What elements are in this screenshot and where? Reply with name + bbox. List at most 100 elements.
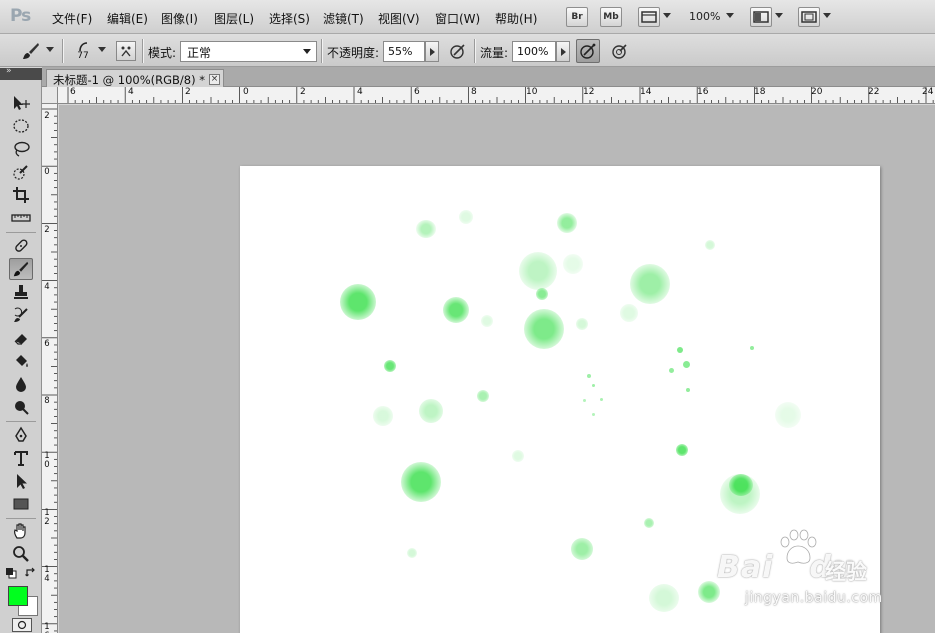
ruler-label: 16 bbox=[44, 622, 50, 633]
zoom-tool[interactable] bbox=[9, 543, 33, 565]
watermark-jingyan: 经验 bbox=[825, 560, 867, 584]
ruler-label: 10 bbox=[526, 87, 538, 97]
brush-dab bbox=[630, 264, 670, 304]
opacity-slider-toggle[interactable] bbox=[425, 41, 439, 62]
menu-view[interactable]: 视图(V) bbox=[378, 10, 420, 27]
flow-input[interactable]: 100% bbox=[512, 41, 556, 62]
menu-layer[interactable]: 图层(L) bbox=[214, 10, 254, 27]
ruler-label: 6 bbox=[414, 87, 420, 97]
options-separator bbox=[62, 39, 63, 63]
brush-preset-dropdown-icon[interactable] bbox=[98, 47, 106, 52]
flow-slider-toggle[interactable] bbox=[556, 41, 570, 62]
options-separator bbox=[142, 39, 143, 63]
quick-selection-tool[interactable] bbox=[9, 161, 33, 183]
dodge-tool[interactable] bbox=[9, 396, 33, 418]
eraser-tool[interactable] bbox=[9, 327, 33, 349]
tablet-pressure-opacity-icon bbox=[450, 44, 465, 59]
airbrush-toggle[interactable] bbox=[576, 39, 600, 63]
ruler-label: 2 bbox=[44, 111, 50, 121]
brush-dab bbox=[676, 444, 688, 456]
screen-mode-dropdown-icon[interactable] bbox=[823, 13, 831, 18]
healing-brush-tool[interactable] bbox=[9, 235, 33, 257]
view-extras-button[interactable] bbox=[638, 7, 660, 27]
brush-panel-toggle[interactable] bbox=[116, 41, 136, 61]
ruler-label: 16 bbox=[697, 87, 709, 97]
blur-tool[interactable] bbox=[9, 373, 33, 395]
ruler-label: 0 bbox=[44, 167, 50, 177]
quick-mask-button[interactable] bbox=[12, 618, 32, 632]
hand-icon bbox=[14, 523, 26, 539]
hand-tool[interactable] bbox=[9, 520, 33, 542]
brush-dab bbox=[620, 304, 638, 322]
menu-file[interactable]: 文件(F) bbox=[52, 10, 92, 27]
tool-preset-picker[interactable] bbox=[20, 40, 42, 62]
marquee-tool[interactable] bbox=[9, 115, 33, 137]
ruler-label: 22 bbox=[868, 87, 880, 97]
tablet-size-toggle[interactable] bbox=[609, 40, 631, 62]
options-separator bbox=[321, 39, 322, 63]
ruler-label: 8 bbox=[44, 396, 50, 406]
opacity-label: 不透明度: bbox=[327, 46, 380, 60]
zoom-dropdown-icon[interactable] bbox=[726, 13, 734, 18]
opacity-input[interactable]: 55% bbox=[383, 41, 425, 62]
history-brush-tool[interactable] bbox=[9, 304, 33, 326]
menu-image[interactable]: 图像(I) bbox=[161, 10, 198, 27]
brush-dab bbox=[443, 297, 469, 323]
clone-stamp-tool[interactable] bbox=[9, 281, 33, 303]
arrange-dropdown-icon[interactable] bbox=[775, 13, 783, 18]
close-icon[interactable]: × bbox=[209, 74, 220, 85]
dodge-icon bbox=[15, 401, 29, 415]
default-colors-icon bbox=[6, 568, 17, 579]
menu-help[interactable]: 帮助(H) bbox=[495, 10, 537, 27]
ruler-label: 4 bbox=[44, 282, 50, 292]
rectangle-tool[interactable] bbox=[9, 493, 33, 515]
brush-dab bbox=[571, 538, 593, 560]
quick-selection-icon bbox=[13, 165, 28, 180]
mini-bridge-button[interactable]: Mb bbox=[600, 7, 622, 27]
ruler-tool[interactable] bbox=[9, 207, 33, 229]
type-tool[interactable] bbox=[9, 447, 33, 469]
default-colors-button[interactable] bbox=[4, 566, 18, 580]
arrange-documents-button[interactable] bbox=[750, 7, 772, 27]
water-drop-icon bbox=[16, 377, 26, 392]
eraser-icon bbox=[14, 334, 27, 345]
arrow-pointer-icon bbox=[17, 474, 27, 489]
double-chevron-right-icon: » bbox=[6, 66, 12, 76]
brush-preset-picker[interactable]: 77 bbox=[72, 40, 94, 62]
airbrush-icon bbox=[580, 43, 596, 59]
ruler-label: 2 bbox=[185, 87, 191, 97]
brush-tool[interactable] bbox=[9, 258, 33, 280]
brush-dab bbox=[705, 240, 715, 250]
tablet-opacity-toggle[interactable] bbox=[447, 40, 469, 62]
ruler-label: 6 bbox=[44, 339, 50, 349]
brush-dab bbox=[373, 406, 393, 426]
menu-select[interactable]: 选择(S) bbox=[269, 10, 310, 27]
paint-bucket-tool[interactable] bbox=[9, 350, 33, 372]
lasso-tool[interactable] bbox=[9, 138, 33, 160]
path-selection-tool[interactable] bbox=[9, 470, 33, 492]
brush-dab bbox=[519, 252, 557, 290]
ruler-label: 10 bbox=[44, 451, 50, 470]
move-tool[interactable] bbox=[9, 92, 33, 114]
panel-collapse-button[interactable]: » bbox=[0, 66, 42, 80]
tool-preset-dropdown-icon[interactable] bbox=[46, 47, 54, 52]
menu-filter[interactable]: 滤镜(T) bbox=[323, 10, 364, 27]
brush-dab bbox=[419, 399, 443, 423]
bridge-button[interactable]: Br bbox=[566, 7, 588, 27]
swap-arrows-icon bbox=[25, 567, 35, 577]
blend-mode-select[interactable]: 正常 bbox=[180, 41, 317, 62]
foreground-color-swatch[interactable] bbox=[8, 586, 28, 606]
screen-mode-button[interactable] bbox=[798, 7, 820, 27]
menu-edit[interactable]: 编辑(E) bbox=[107, 10, 148, 27]
menu-window[interactable]: 窗口(W) bbox=[435, 10, 480, 27]
brush-dab bbox=[340, 284, 376, 320]
crop-tool[interactable] bbox=[9, 184, 33, 206]
view-extras-dropdown-icon[interactable] bbox=[663, 13, 671, 18]
pen-tool[interactable] bbox=[9, 424, 33, 446]
swap-colors-button[interactable] bbox=[24, 566, 38, 580]
document-tab[interactable]: 未标题-1 @ 100%(RGB/8) * × bbox=[46, 69, 224, 87]
ruler-origin[interactable] bbox=[42, 87, 58, 104]
brush-dab bbox=[536, 288, 548, 300]
zoom-level[interactable]: 100% bbox=[689, 10, 720, 23]
ruler-label: 2 bbox=[300, 87, 306, 97]
